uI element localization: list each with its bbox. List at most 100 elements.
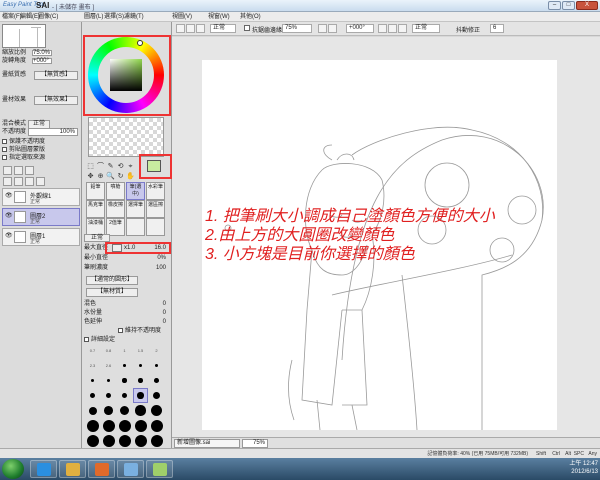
show-selection-button[interactable] [196,24,205,33]
brush-size-preset[interactable] [134,374,147,387]
navigator-preview[interactable] [2,24,46,48]
saturation-value-square[interactable] [110,59,142,91]
brush-size-preset[interactable] [150,404,163,417]
brush-size-preset[interactable] [102,419,115,432]
clock-time[interactable]: 上午 12:47 [538,460,598,468]
close-button[interactable]: X [576,1,598,10]
brush-tool-button[interactable]: 筆(選中) [126,182,145,200]
persistence-value[interactable]: 0 [163,318,166,326]
blend-mode-select[interactable]: 正常 [412,24,440,33]
taskbar-explorer[interactable] [59,460,86,478]
brush-size-preset[interactable] [150,359,163,372]
eyedropper-icon[interactable]: ⌖ [126,162,135,171]
menu-item[interactable]: 選擇(S) [104,12,124,22]
brush-tool-button[interactable]: 噴槍 [106,182,125,200]
hsv-color-wheel[interactable] [88,37,164,113]
layer-option-checkbox[interactable] [2,155,7,160]
menu-item[interactable]: 圖層(L) [84,12,103,22]
menu-item[interactable]: 視窗(W) [208,12,230,22]
lasso-icon[interactable]: ⌒ [96,162,105,171]
taskbar-media[interactable] [88,460,115,478]
detail-settings-checkbox[interactable] [84,336,89,342]
new-linework-layer-button[interactable] [14,166,23,175]
magnifier-icon[interactable]: 🔍 [106,172,115,181]
brush-size-preset[interactable]: 2.6 [102,359,115,372]
blend-value[interactable]: 0 [163,300,166,308]
layer-option-checkbox[interactable] [2,139,7,144]
magic-wand-icon[interactable]: ✎ [106,162,115,171]
deselect-button[interactable] [176,24,185,33]
rotate-right-button[interactable] [388,24,397,33]
brush-size-preset[interactable]: 2.3 [86,359,99,372]
eye-icon[interactable]: 👁 [5,232,13,243]
maximize-button[interactable]: □ [562,1,575,10]
material-select[interactable]: 【無效果】 [34,96,78,105]
brush-size-preset[interactable] [134,434,147,447]
max-size-value[interactable]: 16.0 [154,244,166,252]
brush-size-preset[interactable] [133,388,148,403]
brush-size-preset[interactable] [86,419,99,432]
clock-date[interactable]: 2012/6/13 [538,468,598,476]
brush-mode-select[interactable]: 正常 [84,234,110,242]
zoom-select[interactable]: 75% [282,24,312,33]
brush-size-preset[interactable] [150,434,163,447]
taskbar-image-viewer[interactable] [146,460,173,478]
zoom-out-button[interactable] [328,24,337,33]
selection-mode-select[interactable]: 正常 [210,24,236,33]
brush-size-preset[interactable] [86,404,99,417]
nav-zoom-value[interactable]: 75.0% [32,50,52,56]
brush-tool-button[interactable]: 水彩筆 [146,182,165,200]
brush-size-preset[interactable] [86,389,99,402]
brush-size-preset[interactable]: 0.7 [86,344,99,357]
brush-size-preset[interactable]: 1.5 [134,344,147,357]
angle-select[interactable]: +000° [346,24,374,33]
paper-texture-select[interactable]: 【無質感】 [34,71,78,80]
brush-shape-select[interactable]: 【通常的圓形】 [86,276,138,285]
brush-texture-select[interactable]: 【無材質】 [86,288,138,297]
clear-layer-button[interactable] [25,177,34,186]
taskbar-sai[interactable] [117,460,144,478]
brush-size-preset[interactable]: 0.8 [102,344,115,357]
layer-item[interactable]: 👁 圖層2 正常 [2,208,80,226]
opacity-slider[interactable]: 100% [28,128,78,136]
density-value[interactable]: 100 [156,264,166,272]
layer-item[interactable]: 👁 外觀線1 正常 [2,188,80,206]
brush-size-preset[interactable] [150,374,163,387]
size-multiplier-value[interactable]: x1.0 [124,244,135,252]
menu-item[interactable]: 其他(O) [240,12,261,22]
taskbar-ie[interactable] [30,460,57,478]
brush-size-preset[interactable]: 2 [150,344,163,357]
brush-size-preset[interactable] [86,434,99,447]
merge-down-button[interactable] [14,177,23,186]
keep-opacity-checkbox[interactable] [118,327,123,333]
dilution-value[interactable]: 0 [163,309,166,317]
brush-size-preset[interactable] [102,389,115,402]
flip-view-button[interactable] [398,24,407,33]
delete-layer-button[interactable] [36,177,45,186]
hand-icon[interactable]: ✋ [126,172,135,181]
document-tab[interactable]: 新增圖像.sai [174,439,240,448]
start-button[interactable] [2,459,24,479]
brush-size-preset[interactable] [118,419,131,432]
stabilizer-select[interactable]: 6 [490,24,504,33]
antialias-checkbox[interactable] [244,25,250,31]
invert-selection-button[interactable] [186,24,195,33]
min-size-value[interactable]: 0% [157,254,166,262]
rotate-left-button[interactable] [378,24,387,33]
zoom-icon[interactable]: ⊕ [96,172,105,181]
brush-size-preset[interactable] [86,374,99,387]
menu-item[interactable]: 圖像(C) [38,12,58,22]
move-icon[interactable]: ✥ [86,172,95,181]
brush-size-preset[interactable] [134,404,147,417]
brush-size-preset[interactable] [118,359,131,372]
minimize-button[interactable]: – [548,1,561,10]
brush-size-preset[interactable]: 1 [118,344,131,357]
brush-size-preset[interactable] [150,419,163,432]
nav-angle-value[interactable]: +000° [32,58,52,64]
zoom-in-button[interactable] [318,24,327,33]
menu-item[interactable]: 檔案(F) [2,12,22,22]
brush-tool-button[interactable]: 馬克筆 [86,200,105,218]
scratchpad[interactable] [88,117,164,157]
rotate-icon[interactable]: ↻ [116,172,125,181]
brush-size-preset[interactable] [102,434,115,447]
